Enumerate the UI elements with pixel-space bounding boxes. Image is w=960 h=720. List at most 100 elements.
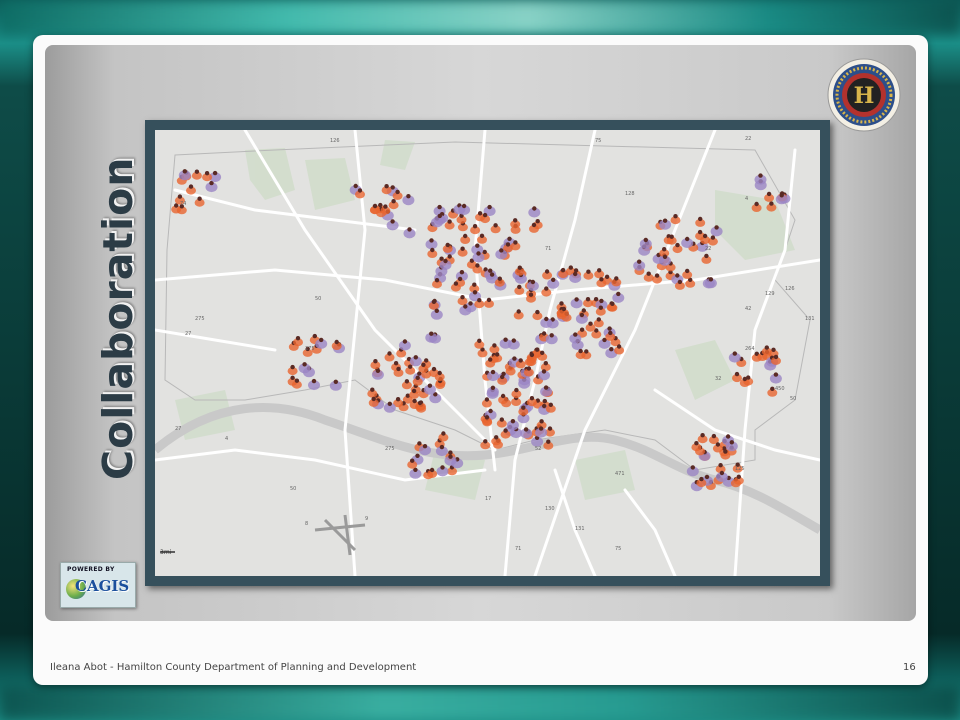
pushpin-icon[interactable]: [489, 272, 495, 277]
pushpin-icon[interactable]: [579, 327, 585, 332]
pushpin-icon[interactable]: [406, 194, 411, 199]
pushpin-icon[interactable]: [375, 368, 381, 373]
pushpin-icon[interactable]: [430, 247, 435, 253]
pushpin-icon[interactable]: [521, 405, 526, 410]
pushpin-icon[interactable]: [383, 204, 388, 209]
pushpin-icon[interactable]: [677, 279, 683, 285]
pushpin-icon[interactable]: [472, 290, 478, 295]
pushpin-icon[interactable]: [372, 203, 378, 209]
pushpin-icon[interactable]: [535, 309, 540, 315]
pushpin-icon[interactable]: [685, 268, 690, 274]
pushpin-icon[interactable]: [390, 219, 395, 224]
pushpin-icon[interactable]: [773, 372, 779, 377]
pushpin-icon[interactable]: [662, 218, 668, 223]
pushpin-icon[interactable]: [546, 439, 551, 444]
pushpin-icon[interactable]: [758, 173, 763, 178]
pushpin-icon[interactable]: [407, 227, 412, 232]
pushpin-icon[interactable]: [384, 184, 389, 189]
pushpin-icon[interactable]: [559, 301, 564, 306]
pushpin-icon[interactable]: [483, 439, 488, 444]
pushpin-icon[interactable]: [503, 428, 508, 433]
pushpin-icon[interactable]: [182, 169, 187, 174]
pushpin-icon[interactable]: [448, 450, 453, 455]
pushpin-icon[interactable]: [447, 254, 452, 259]
pushpin-icon[interactable]: [599, 277, 604, 282]
pushpin-icon[interactable]: [505, 242, 511, 247]
pushpin-icon[interactable]: [541, 331, 547, 336]
pushpin-icon[interactable]: [468, 301, 473, 306]
pushpin-icon[interactable]: [490, 369, 496, 375]
pushpin-icon[interactable]: [493, 223, 498, 228]
pushpin-icon[interactable]: [477, 211, 483, 216]
pushpin-icon[interactable]: [477, 298, 482, 303]
pushpin-icon[interactable]: [711, 433, 717, 439]
pushpin-icon[interactable]: [495, 352, 500, 357]
pushpin-icon[interactable]: [434, 278, 440, 283]
pushpin-icon[interactable]: [548, 402, 553, 407]
pushpin-icon[interactable]: [538, 426, 544, 431]
pushpin-icon[interactable]: [429, 238, 434, 243]
pushpin-icon[interactable]: [597, 268, 602, 273]
pushpin-icon[interactable]: [529, 396, 535, 401]
pushpin-icon[interactable]: [518, 358, 523, 363]
pushpin-icon[interactable]: [729, 440, 734, 445]
pushpin-icon[interactable]: [561, 306, 567, 312]
pushpin-icon[interactable]: [517, 265, 522, 270]
pushpin-icon[interactable]: [531, 222, 537, 228]
pushpin-icon[interactable]: [662, 247, 667, 252]
pushpin-icon[interactable]: [710, 235, 716, 240]
pushpin-icon[interactable]: [588, 321, 593, 326]
pushpin-icon[interactable]: [312, 333, 317, 339]
pushpin-icon[interactable]: [439, 256, 444, 261]
pushpin-icon[interactable]: [764, 345, 769, 350]
pushpin-icon[interactable]: [333, 379, 338, 384]
pushpin-icon[interactable]: [568, 265, 573, 270]
pushpin-icon[interactable]: [429, 331, 434, 336]
pushpin-icon[interactable]: [460, 246, 465, 251]
pushpin-icon[interactable]: [574, 297, 579, 302]
pushpin-icon[interactable]: [427, 383, 433, 388]
pushpin-icon[interactable]: [484, 415, 490, 420]
pushpin-icon[interactable]: [513, 218, 518, 223]
pushpin-icon[interactable]: [461, 203, 467, 209]
pushpin-icon[interactable]: [410, 458, 415, 463]
pushpin-icon[interactable]: [771, 347, 776, 352]
pushpin-icon[interactable]: [585, 297, 591, 302]
pushpin-icon[interactable]: [708, 277, 714, 282]
pushpin-icon[interactable]: [437, 204, 442, 210]
pushpin-icon[interactable]: [370, 387, 375, 392]
pushpin-icon[interactable]: [581, 308, 586, 313]
pushpin-icon[interactable]: [535, 219, 540, 224]
pushpin-icon[interactable]: [188, 184, 194, 189]
pushpin-icon[interactable]: [596, 317, 601, 322]
pushpin-icon[interactable]: [488, 268, 493, 273]
pushpin-icon[interactable]: [779, 193, 784, 198]
pushpin-icon[interactable]: [353, 183, 358, 189]
pushpin-icon[interactable]: [510, 419, 516, 424]
pushpin-icon[interactable]: [769, 201, 774, 206]
pushpin-icon[interactable]: [441, 431, 446, 436]
pushpin-icon[interactable]: [715, 442, 721, 447]
pushpin-icon[interactable]: [429, 467, 435, 473]
pushpin-icon[interactable]: [697, 229, 703, 235]
pushpin-icon[interactable]: [499, 248, 504, 253]
pushpin-icon[interactable]: [725, 434, 731, 439]
pushpin-icon[interactable]: [424, 358, 429, 363]
pushpin-icon[interactable]: [479, 233, 485, 238]
pushpin-icon[interactable]: [770, 386, 775, 391]
pushpin-icon[interactable]: [699, 476, 704, 482]
pushpin-icon[interactable]: [573, 332, 578, 337]
pushpin-icon[interactable]: [616, 291, 621, 297]
pushpin-icon[interactable]: [396, 366, 401, 372]
pushpin-icon[interactable]: [608, 330, 613, 336]
pushpin-icon[interactable]: [457, 276, 463, 282]
pushpin-icon[interactable]: [702, 233, 708, 239]
pushpin-icon[interactable]: [475, 243, 480, 248]
pushpin-icon[interactable]: [460, 295, 465, 300]
pushpin-icon[interactable]: [417, 441, 422, 446]
pushpin-icon[interactable]: [503, 337, 508, 342]
pushpin-icon[interactable]: [540, 350, 545, 355]
pushpin-icon[interactable]: [675, 242, 680, 248]
pushpin-icon[interactable]: [475, 263, 480, 268]
pushpin-icon[interactable]: [507, 236, 512, 241]
